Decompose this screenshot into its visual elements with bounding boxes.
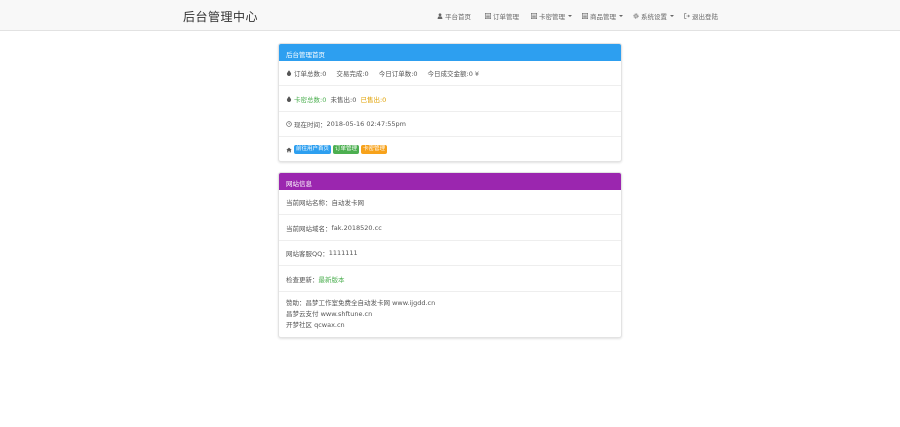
- domain-row: 当前网站域名： fak.2018520.cc: [279, 215, 621, 241]
- nav-item-products[interactable]: 商品管理: [582, 11, 623, 21]
- update-label: 检查更新：: [286, 275, 319, 284]
- sponsor-info: 赞助：昌梦工作室免费全自动发卡网 www.ijgdd.cn 昌梦云支付 www.…: [279, 292, 621, 337]
- stat-today-orders: 今日订单数:0: [378, 70, 418, 78]
- qq-value: 1111111: [328, 249, 358, 257]
- order-stats-row: 订单总数:0 交易完成:0 今日订单数:0 今日成交金额:0 ¥: [279, 61, 621, 86]
- clock-icon: [286, 121, 292, 127]
- quick-links-row: 前往用户首页 订单管理 卡密管理: [279, 137, 621, 161]
- list-icon: [531, 13, 537, 19]
- nav-label: 商品管理: [590, 13, 616, 21]
- nav-label: 卡密管理: [539, 13, 565, 21]
- time-row: 现在时间： 2018-05-16 02:47:55pm: [279, 112, 621, 137]
- site-name-value: 自动发卡网: [331, 199, 365, 207]
- top-navbar: 后台管理中心 平台首页 订单管理 卡密管理 商品管理 系统设置 退出登陆: [0, 0, 900, 31]
- sponsor-line: 开梦社区 qcwax.cn: [286, 321, 345, 329]
- sponsor-line: 昌梦云支付 www.shftune.cn: [286, 310, 373, 318]
- panel-title: 后台管理首页: [279, 44, 621, 61]
- admin-home-panel: 后台管理首页 订单总数:0 交易完成:0 今日订单数:0 今日成交金额:0 ¥ …: [278, 43, 622, 162]
- site-info-panel: 网站信息 当前网站名称： 自动发卡网 当前网站域名： fak.2018520.c…: [278, 172, 622, 338]
- site-name-row: 当前网站名称： 自动发卡网: [279, 190, 621, 215]
- caret-down-icon: [619, 15, 623, 17]
- nav-item-settings[interactable]: 系统设置: [633, 11, 674, 21]
- sponsor-line: 赞助：昌梦工作室免费全自动发卡网 www.ijgdd.cn: [286, 299, 436, 307]
- qq-label: 网站客服QQ：: [286, 250, 329, 258]
- nav-item-orders[interactable]: 订单管理: [485, 11, 519, 21]
- droplet-icon: [286, 95, 292, 102]
- stat-orders-total: 订单总数:0: [294, 70, 327, 78]
- card-sold: 已售出:0: [360, 95, 387, 104]
- panel-title: 网站信息: [279, 173, 621, 190]
- droplet-icon: [286, 70, 292, 76]
- order-manage-badge[interactable]: 订单管理: [333, 145, 360, 154]
- card-stats-row: 卡密总数:0 未售出:0 已售出:0: [279, 86, 621, 112]
- card-manage-badge[interactable]: 卡密管理: [361, 145, 388, 154]
- nav-label: 订单管理: [493, 13, 519, 21]
- time-label: 现在时间：: [294, 121, 327, 129]
- sign-out-icon: [684, 13, 690, 19]
- nav-item-home[interactable]: 平台首页: [437, 11, 471, 21]
- card-total: 卡密总数:0: [294, 95, 327, 104]
- nav-label: 退出登陆: [692, 13, 718, 21]
- gear-icon: [633, 13, 639, 19]
- domain-value: fak.2018520.cc: [331, 223, 382, 232]
- nav-item-cards[interactable]: 卡密管理: [531, 11, 572, 21]
- update-status-link[interactable]: 最新版本: [319, 274, 345, 284]
- caret-down-icon: [670, 15, 674, 17]
- brand-title[interactable]: 后台管理中心: [183, 8, 258, 25]
- user-icon: [437, 13, 443, 19]
- qq-row: 网站客服QQ： 1111111: [279, 241, 621, 266]
- domain-label: 当前网站域名：: [286, 224, 332, 233]
- list-icon: [485, 13, 491, 19]
- update-row: 检查更新： 最新版本: [279, 266, 621, 292]
- stat-today-amount: 今日成交金额:0 ¥: [427, 70, 480, 78]
- time-value: 2018-05-16 02:47:55pm: [326, 120, 407, 128]
- list-icon: [582, 13, 588, 19]
- nav-label: 系统设置: [641, 13, 667, 21]
- home-icon: [286, 147, 292, 152]
- stat-completed: 交易完成:0: [336, 70, 369, 78]
- nav-item-logout[interactable]: 退出登陆: [684, 11, 718, 21]
- caret-down-icon: [568, 15, 572, 17]
- site-name-label: 当前网站名称：: [286, 199, 332, 207]
- user-home-badge[interactable]: 前往用户首页: [294, 145, 332, 154]
- card-unsold: 未售出:0: [330, 95, 357, 104]
- nav-label: 平台首页: [445, 13, 471, 21]
